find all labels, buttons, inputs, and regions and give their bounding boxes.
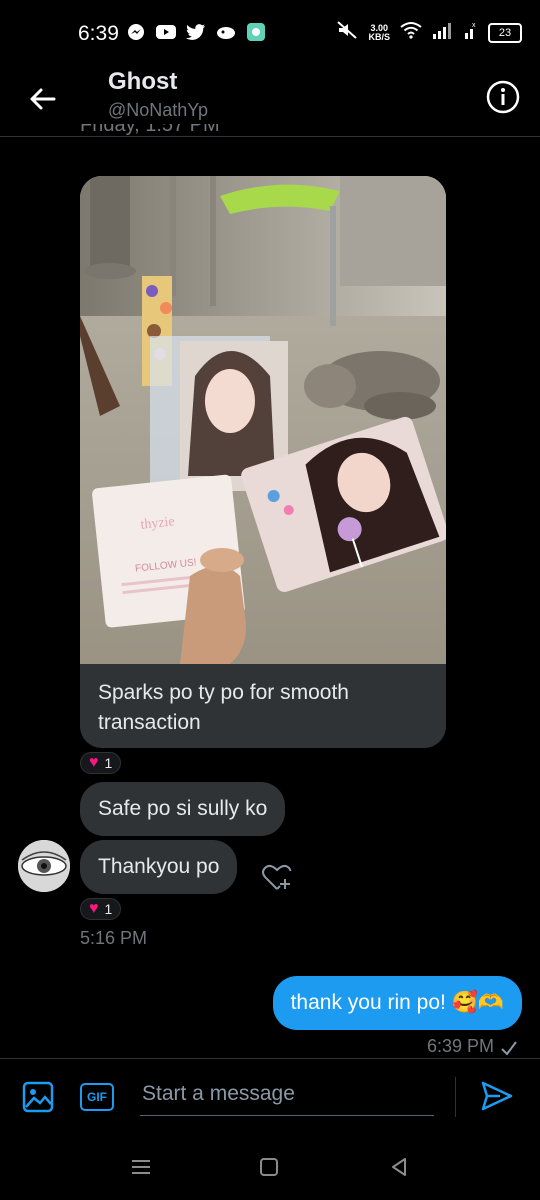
status-right: 3.00 KB/S x 23 <box>336 20 522 45</box>
bird-icon <box>216 22 236 42</box>
message-composer: GIF <box>0 1058 540 1135</box>
twitter-icon <box>186 22 206 42</box>
divider <box>455 1077 456 1117</box>
network-speed: 3.00 KB/S <box>368 22 390 42</box>
info-icon[interactable] <box>486 80 520 114</box>
message-input[interactable] <box>140 1073 434 1116</box>
media-icon[interactable] <box>22 1081 54 1113</box>
gif-button[interactable]: GIF <box>80 1083 114 1111</box>
home-icon[interactable] <box>258 1156 280 1183</box>
add-reaction-icon[interactable] <box>260 860 294 894</box>
signal-icon-2: x <box>464 21 478 44</box>
wifi-icon <box>400 21 422 44</box>
image-caption: Sparks po ty po for smooth transaction <box>80 664 446 748</box>
back-arrow-icon[interactable] <box>26 82 60 116</box>
messenger-icon <box>126 22 146 42</box>
message-timestamp: 5:16 PM <box>80 928 148 948</box>
contact-name[interactable]: Ghost <box>108 68 177 96</box>
send-icon[interactable] <box>480 1079 514 1113</box>
reaction-count: 1 <box>104 901 113 917</box>
youtube-icon <box>156 22 176 42</box>
heart-icon: ♥ <box>89 754 99 771</box>
status-time: 6:39 <box>78 22 119 45</box>
heart-icon: ♥ <box>89 900 99 917</box>
date-separator: Friday, 1:57 PM <box>80 124 220 136</box>
avatar[interactable] <box>18 840 70 892</box>
sent-timestamp: 6:39 PM <box>426 1036 494 1056</box>
status-bar: 6:39 3.00 KB/S x 23 <box>0 0 540 66</box>
back-nav-icon[interactable] <box>388 1156 410 1183</box>
battery-icon: 23 <box>488 22 522 43</box>
reaction-badge[interactable]: ♥ 1 <box>80 752 122 774</box>
reaction-count: 1 <box>104 755 113 771</box>
image-message[interactable]: thyzie FOLLOW US! Sparks po ty po for sm… <box>80 176 446 748</box>
sent-message-bubble[interactable]: thank you rin po! 🥰🫶 <box>272 976 522 1030</box>
recents-icon[interactable] <box>130 1156 152 1183</box>
notification-icons <box>126 22 266 42</box>
message-bubble[interactable]: Thankyou po <box>80 840 238 894</box>
mute-icon <box>336 20 358 45</box>
signal-icon <box>432 21 454 44</box>
reaction-badge[interactable]: ♥ 1 <box>80 898 122 920</box>
app-icon <box>246 22 266 42</box>
contact-handle[interactable]: @NoNathYp <box>108 100 208 121</box>
photo[interactable]: thyzie FOLLOW US! <box>80 176 446 664</box>
message-bubble[interactable]: Safe po si sully ko <box>80 782 286 836</box>
system-nav-bar <box>0 1134 540 1200</box>
svg-text:x: x <box>472 22 476 29</box>
